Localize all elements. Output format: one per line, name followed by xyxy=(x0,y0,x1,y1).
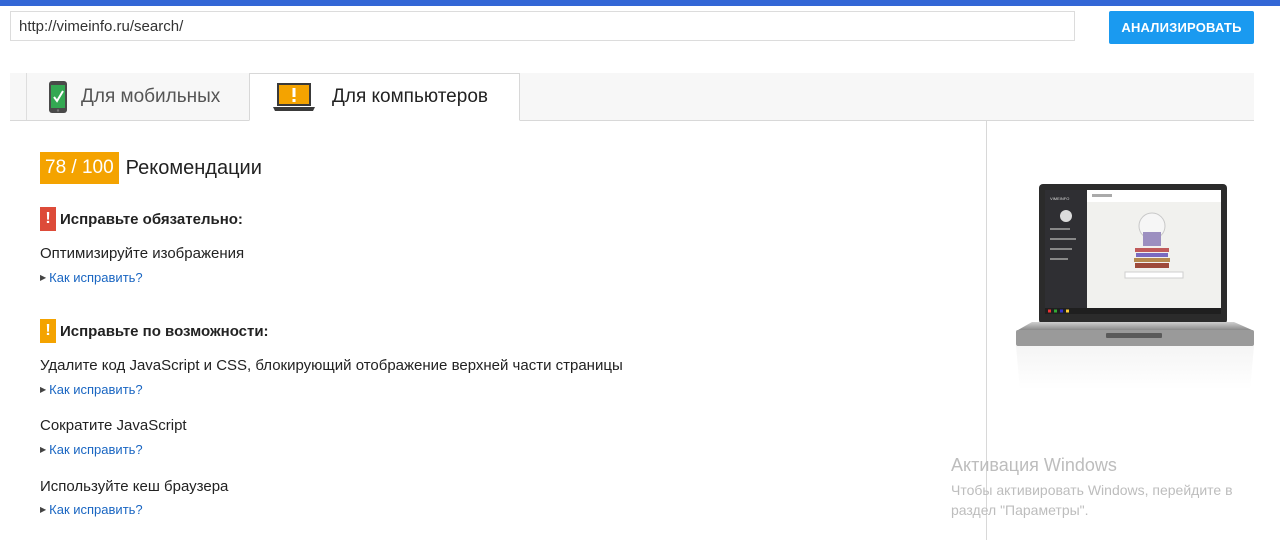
must-fix-header: ! Исправьте обязательно: xyxy=(40,207,243,231)
desktop-warning-icon xyxy=(272,82,316,112)
triangle-right-icon: ▶ xyxy=(40,505,47,514)
how-to-fix-link-text: Как исправить? xyxy=(49,442,143,457)
should-fix-header: ! Исправьте по возможности: xyxy=(40,319,269,343)
laptop-preview-icon: VIMEINFO xyxy=(1012,182,1258,392)
triangle-right-icon: ▶ xyxy=(40,445,47,454)
triangle-right-icon: ▶ xyxy=(40,273,47,282)
watermark-line2: раздел "Параметры". xyxy=(951,502,1089,518)
rule-optimize-images: Оптимизируйте изображения xyxy=(40,245,245,262)
tab-desktop[interactable]: Для компьютеров xyxy=(249,73,520,121)
rule-browser-cache: Используйте кеш браузера xyxy=(40,478,229,495)
analyze-button[interactable]: АНАЛИЗИРОВАТЬ xyxy=(1109,11,1254,44)
must-fix-title: Исправьте обязательно: xyxy=(60,210,243,228)
tab-mobile[interactable]: Для мобильных xyxy=(26,73,248,120)
how-to-fix-link[interactable]: ▶ Как исправить? xyxy=(40,442,143,457)
score-label: Рекомендации xyxy=(125,156,262,179)
svg-text:VIMEINFO: VIMEINFO xyxy=(1050,196,1069,201)
tab-desktop-label: Для компьютеров xyxy=(332,86,488,107)
exclamation-icon: ! xyxy=(40,207,56,231)
how-to-fix-link[interactable]: ▶ Как исправить? xyxy=(40,502,143,517)
windows-activation-watermark: Активация Windows Чтобы активировать Win… xyxy=(951,455,1251,520)
top-accent-bar xyxy=(0,0,1280,6)
how-to-fix-link[interactable]: ▶ Как исправить? xyxy=(40,382,143,397)
tab-mobile-label: Для мобильных xyxy=(81,85,221,107)
should-fix-title: Исправьте по возможности: xyxy=(60,322,269,340)
how-to-fix-link-text: Как исправить? xyxy=(49,502,143,517)
triangle-right-icon: ▶ xyxy=(40,385,47,394)
how-to-fix-link[interactable]: ▶ Как исправить? xyxy=(40,270,143,285)
how-to-fix-link-text: Как исправить? xyxy=(49,270,143,285)
rule-minify-js: Сократите JavaScript xyxy=(40,417,187,434)
url-input[interactable] xyxy=(10,11,1075,41)
watermark-line1: Чтобы активировать Windows, перейдите в xyxy=(951,482,1233,498)
exclamation-icon: ! xyxy=(40,319,56,343)
device-tabs: Для мобильных Для компьютеров xyxy=(10,73,1254,121)
rule-render-blocking: Удалите код JavaScript и CSS, блокирующи… xyxy=(40,357,623,374)
mobile-phone-check-icon xyxy=(48,80,68,114)
watermark-title: Активация Windows xyxy=(951,455,1117,475)
how-to-fix-link-text: Как исправить? xyxy=(49,382,143,397)
score-badge: 78 / 100 xyxy=(40,152,119,184)
score-header: 78 / 100 Рекомендации xyxy=(40,152,262,184)
watermark-text: Чтобы активировать Windows, перейдите в … xyxy=(951,480,1251,520)
